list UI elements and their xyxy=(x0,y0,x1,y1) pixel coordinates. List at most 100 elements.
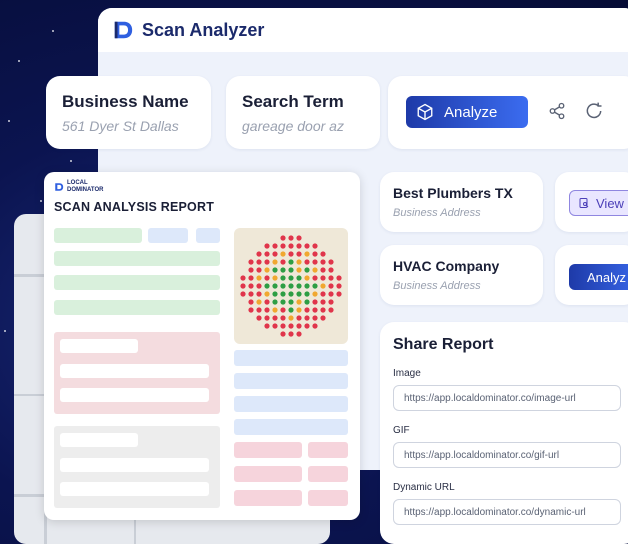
heatmap-pin xyxy=(264,323,270,329)
heatmap-pin xyxy=(320,291,326,297)
heatmap-pin xyxy=(328,283,334,289)
heatmap-pin xyxy=(304,307,310,313)
heatmap-pin xyxy=(328,291,334,297)
heatmap-pin xyxy=(312,251,318,257)
heatmap-pin xyxy=(288,259,294,265)
heatmap-pin xyxy=(256,291,262,297)
heatmap-pin xyxy=(288,235,294,241)
app-header: Scan Analyzer xyxy=(98,8,628,52)
report-title: SCAN ANALYSIS REPORT xyxy=(54,200,215,214)
share-icon[interactable] xyxy=(548,102,566,120)
image-url-input[interactable]: https://app.localdominator.co/image-url xyxy=(393,385,621,411)
heatmap-pin xyxy=(328,307,334,313)
business-name-card[interactable]: Business Name 561 Dyer St Dallas xyxy=(46,76,211,149)
heatmap-pin xyxy=(288,315,294,321)
business-card-2[interactable]: HVAC Company Business Address xyxy=(380,245,543,305)
gif-url-input[interactable]: https://app.localdominator.co/gif-url xyxy=(393,442,621,468)
heatmap-pin xyxy=(256,275,262,281)
heatmap-pin xyxy=(256,283,262,289)
heatmap-pin xyxy=(272,283,278,289)
heatmap-pin xyxy=(264,243,270,249)
heatmap-pin xyxy=(280,267,286,273)
heatmap-pin xyxy=(288,331,294,337)
view-button-label: View xyxy=(596,195,624,211)
view-report-icon xyxy=(579,198,589,208)
heatmap-pin xyxy=(288,251,294,257)
heatmap-pin xyxy=(296,307,302,313)
heatmap-pin xyxy=(288,323,294,329)
heatmap-pin xyxy=(296,243,302,249)
search-term-card[interactable]: Search Term gareage door az xyxy=(226,76,380,149)
analyze-button[interactable]: Analyze xyxy=(406,96,528,128)
report-placeholder-bar xyxy=(234,442,302,458)
report-placeholder-bar xyxy=(148,228,188,243)
business-address: Business Address xyxy=(393,207,481,219)
heatmap-pin xyxy=(280,299,286,305)
heatmap-pin xyxy=(312,315,318,321)
heatmap-pin xyxy=(280,283,286,289)
image-url-value: https://app.localdominator.co/image-url xyxy=(404,392,576,404)
heatmap-pin xyxy=(256,307,262,313)
report-placeholder-bar xyxy=(60,458,209,472)
report-placeholder-bar xyxy=(234,373,348,389)
report-placeholder-bar xyxy=(54,251,220,266)
report-placeholder-bar xyxy=(60,433,138,447)
brand-line-1: LOCAL xyxy=(67,180,88,186)
heatmap-pin xyxy=(336,291,342,297)
heatmap-pin xyxy=(240,275,246,281)
analyze-business-button[interactable]: Analyz xyxy=(569,264,628,290)
heatmap-pin xyxy=(264,275,270,281)
app-logo-icon xyxy=(114,21,133,39)
heatmap-pin xyxy=(304,315,310,321)
heatmap-pin xyxy=(304,275,310,281)
heatmap-pin xyxy=(256,299,262,305)
report-placeholder-bar xyxy=(60,482,209,496)
heatmap-pin xyxy=(272,267,278,273)
business-card-1[interactable]: Best Plumbers TX Business Address xyxy=(380,172,543,232)
dynamic-url-input[interactable]: https://app.localdominator.co/dynamic-ur… xyxy=(393,499,621,525)
heatmap-pin xyxy=(304,299,310,305)
view-button[interactable]: View xyxy=(569,190,628,216)
business-address: Business Address xyxy=(393,280,481,292)
report-heatmap xyxy=(234,228,348,344)
heatmap-pin xyxy=(296,275,302,281)
heatmap-pin xyxy=(248,267,254,273)
heatmap-pin xyxy=(280,315,286,321)
heatmap-pin xyxy=(280,323,286,329)
heatmap-pin xyxy=(296,331,302,337)
report-placeholder-bar xyxy=(54,228,142,243)
heatmap-pin xyxy=(320,251,326,257)
heatmap-pin xyxy=(320,315,326,321)
report-placeholder-bar xyxy=(308,442,348,458)
heatmap-pin xyxy=(296,259,302,265)
heatmap-pin xyxy=(240,291,246,297)
heatmap-pin xyxy=(328,267,334,273)
report-placeholder-bar xyxy=(308,490,348,506)
app-title: Scan Analyzer xyxy=(142,19,265,40)
heatmap-pin xyxy=(296,291,302,297)
search-term-label: Search Term xyxy=(242,92,344,111)
heatmap-pin xyxy=(264,291,270,297)
heatmap-pin xyxy=(320,307,326,313)
heatmap-pin xyxy=(264,251,270,257)
heatmap-pin xyxy=(320,283,326,289)
heatmap-pin xyxy=(248,307,254,313)
heatmap-pin xyxy=(296,315,302,321)
image-url-label: Image xyxy=(393,368,421,379)
heatmap-pin xyxy=(288,299,294,305)
refresh-icon[interactable] xyxy=(584,101,604,121)
heatmap-pin xyxy=(304,283,310,289)
star-decoration xyxy=(4,330,6,332)
heatmap-pin xyxy=(328,275,334,281)
business-action-card-2: Analyz xyxy=(555,245,628,305)
heatmap-pin xyxy=(320,299,326,305)
cube-icon xyxy=(417,103,433,121)
gif-url-value: https://app.localdominator.co/gif-url xyxy=(404,449,560,461)
heatmap-pin xyxy=(272,323,278,329)
heatmap-pin xyxy=(312,243,318,249)
heatmap-grid xyxy=(240,235,342,337)
report-placeholder-bar xyxy=(54,300,220,315)
analyze-button-label: Analyze xyxy=(444,103,498,121)
report-placeholder-bar xyxy=(234,396,348,412)
report-placeholder-bar xyxy=(60,364,209,378)
